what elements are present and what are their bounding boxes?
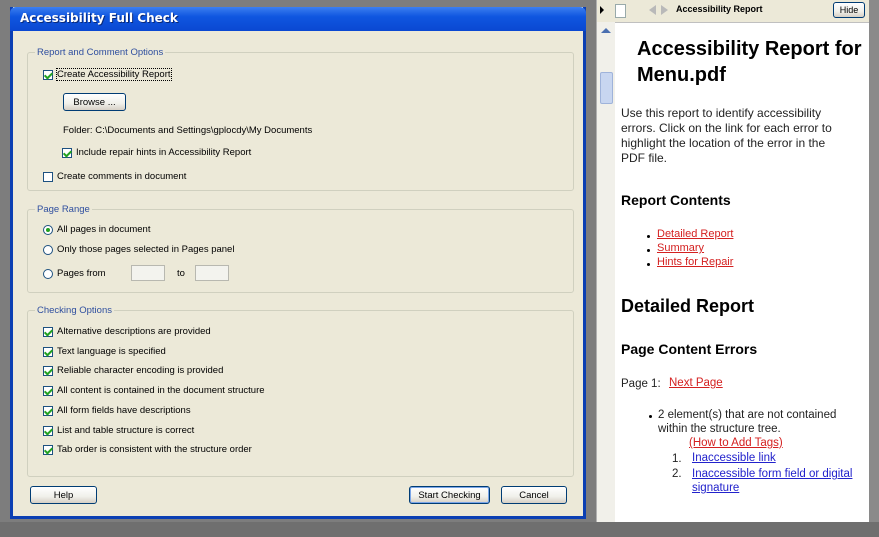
pages-to-input[interactable] [195, 265, 229, 281]
check-tab-order-checkbox[interactable] [43, 445, 53, 455]
sub-item-number: 2. [672, 468, 682, 480]
hide-button[interactable]: Hide [833, 2, 865, 18]
selected-pages-radio[interactable] [43, 245, 53, 255]
all-pages-label[interactable]: All pages in document [57, 224, 150, 235]
bullet [647, 263, 650, 266]
check-form-fields-checkbox[interactable] [43, 406, 53, 416]
check-form-fields-label[interactable]: All form fields have descriptions [57, 405, 191, 416]
cancel-button[interactable]: Cancel [501, 486, 567, 504]
inaccessible-link-link[interactable]: Inaccessible link [692, 452, 776, 464]
panel-toolbar-title: Accessibility Report [676, 4, 763, 14]
check-encoding-label[interactable]: Reliable character encoding is provided [57, 365, 223, 376]
bullet [647, 249, 650, 252]
check-alt-desc-label[interactable]: Alternative descriptions are provided [57, 326, 211, 337]
forward-arrow-icon[interactable] [661, 5, 668, 15]
pages-from-radio[interactable] [43, 269, 53, 279]
accessibility-full-check-dialog: Accessibility Full Check Report and Comm… [10, 7, 586, 519]
page-range-label: Page Range [35, 204, 92, 215]
panel-toolbar: Accessibility Report Hide [597, 0, 869, 23]
check-language-label[interactable]: Text language is specified [57, 346, 166, 357]
report-intro: Use this report to identify accessibilit… [621, 106, 832, 165]
collapse-arrow-icon[interactable] [600, 6, 604, 14]
scroll-up-icon[interactable] [601, 28, 611, 33]
how-to-add-tags-link[interactable]: (How to Add Tags) [689, 437, 783, 449]
dialog-titlebar[interactable]: Accessibility Full Check [10, 7, 586, 31]
to-label: to [177, 268, 185, 279]
check-language-checkbox[interactable] [43, 347, 53, 357]
pages-from-label[interactable]: Pages from [57, 268, 106, 279]
help-button[interactable]: Help [30, 486, 97, 504]
panel-scrollbar[interactable] [597, 22, 615, 522]
report-options-label: Report and Comment Options [35, 47, 166, 58]
browse-button[interactable]: Browse ... [63, 93, 126, 111]
scroll-thumb[interactable] [600, 72, 613, 104]
pages-from-input[interactable] [131, 265, 165, 281]
report-contents-heading: Report Contents [621, 192, 731, 208]
next-page-link[interactable]: Next Page [669, 377, 723, 389]
start-checking-button[interactable]: Start Checking [409, 486, 490, 504]
check-tab-order-label[interactable]: Tab order is consistent with the structu… [57, 444, 252, 455]
check-structure-checkbox[interactable] [43, 386, 53, 396]
include-hints-label[interactable]: Include repair hints in Accessibility Re… [76, 147, 251, 158]
report-title: Accessibility Report for Menu.pdf [637, 38, 862, 86]
check-encoding-checkbox[interactable] [43, 366, 53, 376]
back-arrow-icon[interactable] [649, 5, 656, 15]
taskbar-strip [0, 522, 879, 537]
create-comments-label[interactable]: Create comments in document [57, 171, 186, 182]
check-list-table-checkbox[interactable] [43, 426, 53, 436]
check-alt-desc-checkbox[interactable] [43, 327, 53, 337]
page-icon[interactable] [615, 4, 626, 18]
check-structure-label[interactable]: All content is contained in the document… [57, 385, 265, 396]
create-report-checkbox[interactable] [43, 70, 53, 80]
include-hints-checkbox[interactable] [62, 148, 72, 158]
create-comments-checkbox[interactable] [43, 172, 53, 182]
inaccessible-form-field-link[interactable]: Inaccessible form field or digital signa… [692, 467, 867, 495]
bullet [647, 235, 650, 238]
all-pages-radio[interactable] [43, 225, 53, 235]
error-description: 2 element(s) that are not contained with… [658, 409, 837, 435]
detailed-report-link[interactable]: Detailed Report [657, 228, 733, 240]
bullet [649, 415, 652, 418]
page-label: Page 1: [621, 378, 661, 390]
folder-path: Folder: C:\Documents and Settings\gplocd… [63, 125, 313, 136]
summary-link[interactable]: Summary [657, 242, 704, 254]
create-report-label[interactable]: Create Accessibility Report [56, 68, 172, 81]
detailed-report-heading: Detailed Report [621, 296, 755, 316]
accessibility-report-panel: Accessibility Report Hide Accessibility … [596, 0, 869, 522]
sub-item-number: 1. [672, 453, 682, 465]
checking-options-label: Checking Options [35, 305, 114, 316]
hints-for-repair-link[interactable]: Hints for Repair [657, 256, 733, 268]
page-content-errors-heading: Page Content Errors [621, 341, 758, 357]
dialog-title: Accessibility Full Check [20, 11, 178, 25]
selected-pages-label[interactable]: Only those pages selected in Pages panel [57, 244, 234, 255]
check-list-table-label[interactable]: List and table structure is correct [57, 425, 194, 436]
